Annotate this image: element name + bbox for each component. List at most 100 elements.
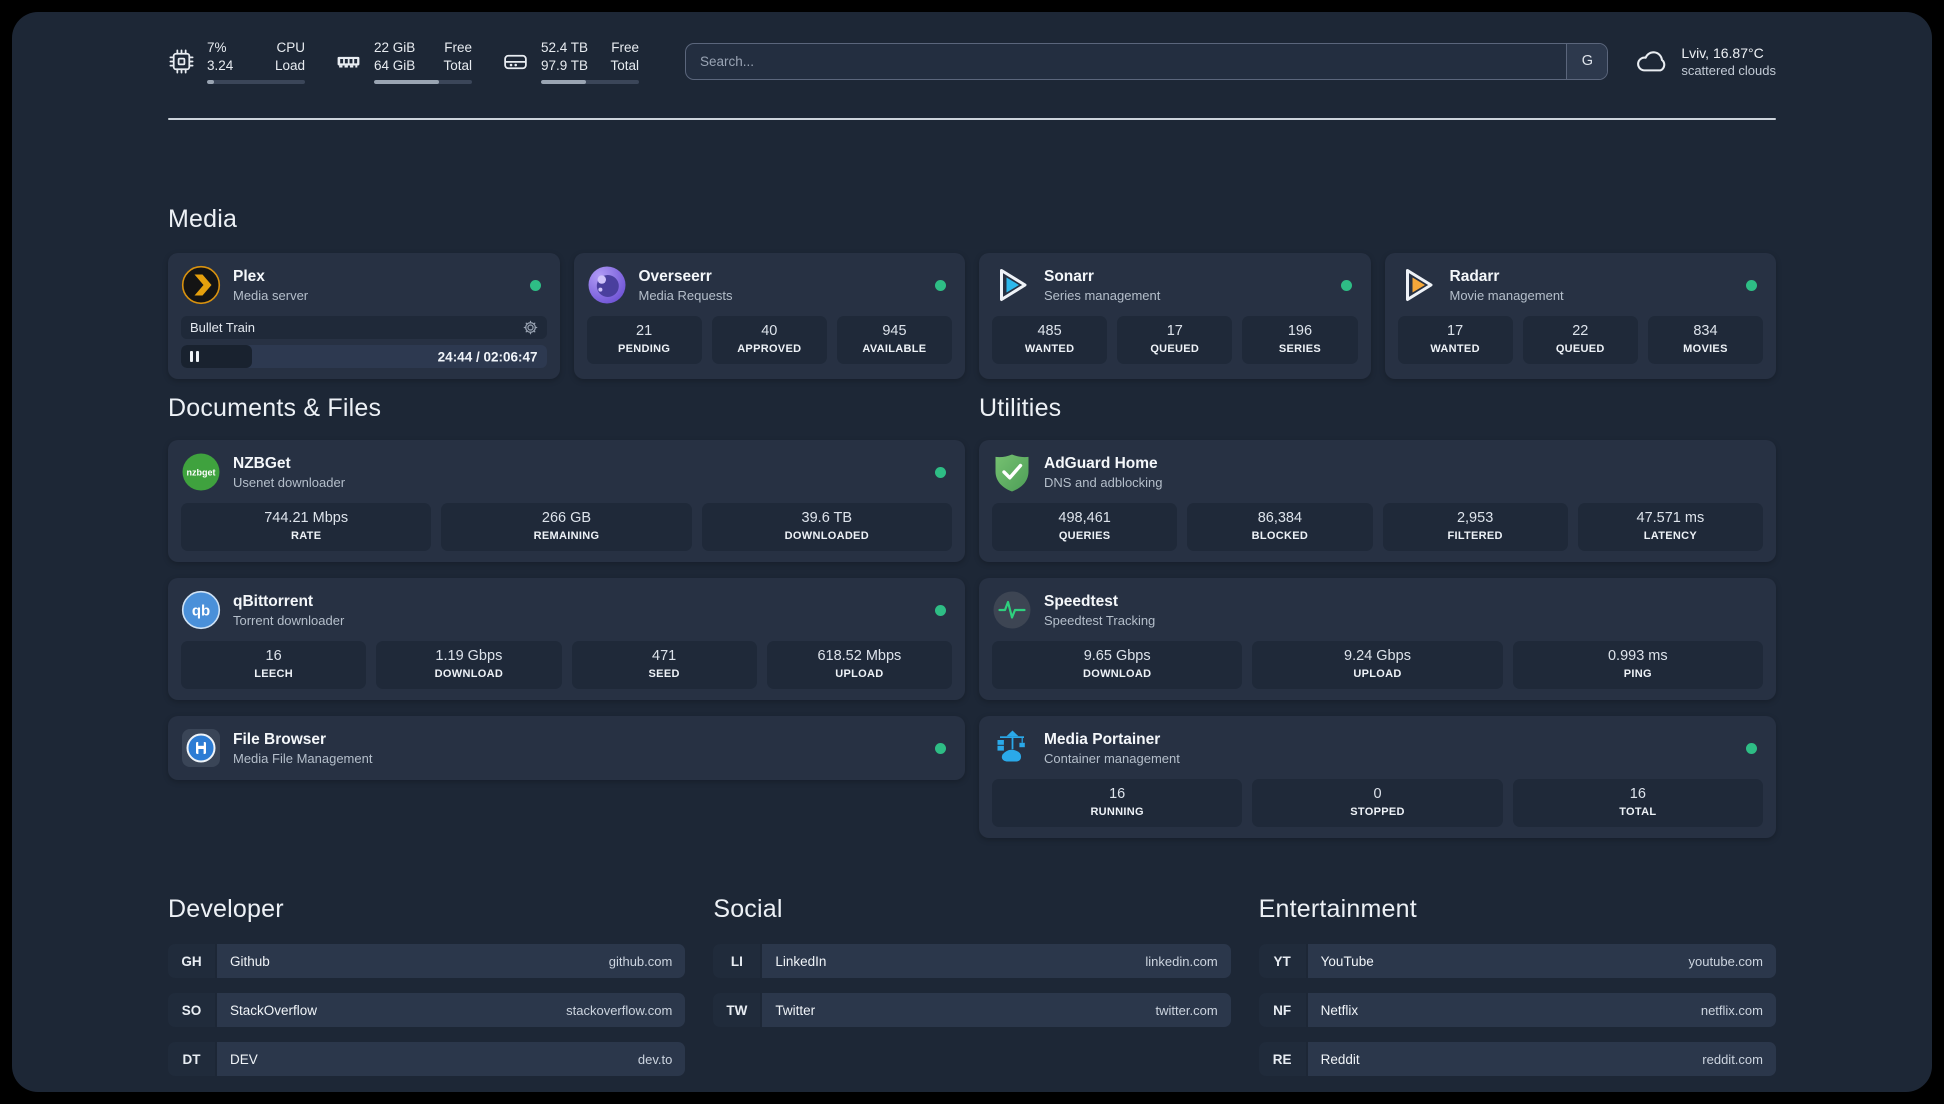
app-name: Sonarr	[1044, 267, 1094, 285]
app-card-qbittorrent[interactable]: qb qBittorrent Torrent downloader 16 LEE…	[168, 578, 965, 700]
app-description: Container management	[1044, 750, 1180, 766]
bookmark-dev[interactable]: DT DEV dev.to	[168, 1042, 686, 1076]
section-title-documents: Documents & Files	[168, 394, 382, 422]
app-card-radarr[interactable]: Radarr Movie management 17 WANTED 22 QUE…	[1384, 253, 1776, 379]
cpu-progress-bar	[207, 79, 305, 84]
memory-progress-bar	[374, 79, 472, 84]
status-dot	[529, 279, 541, 291]
app-card-sonarr[interactable]: Sonarr Series management 485 WANTED 17 Q…	[979, 253, 1371, 379]
bookmark-twitter[interactable]: TW Twitter twitter.com	[713, 993, 1231, 1027]
app-name: Media Portainer	[1044, 730, 1161, 748]
app-card-speedtest[interactable]: Speedtest Speedtest Tracking 9.65 Gbps D…	[979, 578, 1776, 700]
cloud-icon	[1637, 50, 1666, 71]
adguard-icon	[995, 454, 1029, 492]
bookmark-stackoverflow[interactable]: SO StackOverflow stackoverflow.com	[168, 993, 686, 1027]
stat-download: 9.65 Gbps DOWNLOAD	[992, 641, 1243, 689]
gear-icon[interactable]	[523, 320, 538, 335]
stat-queued: 22 QUEUED	[1522, 316, 1638, 364]
cpu-usage-value: 7%	[207, 39, 227, 55]
filebrowser-icon	[182, 729, 220, 767]
search-engine-button[interactable]: G	[1566, 43, 1608, 79]
status-dot	[1746, 742, 1757, 754]
plex-icon	[181, 265, 221, 305]
app-card-plex[interactable]: Plex Media server Bullet Train 24:44 / 0…	[168, 253, 560, 379]
app-description: Media server	[233, 287, 309, 303]
stat-movies: 834 MOVIES	[1647, 316, 1764, 364]
disk-total-value: 97.9 TB	[541, 57, 589, 73]
weather-location-temp: Lviv, 16.87°C	[1681, 44, 1764, 61]
disk-free-value: 52.4 TB	[541, 39, 589, 55]
pause-icon[interactable]	[190, 351, 193, 362]
section-title-entertainment: Entertainment	[1258, 895, 1417, 923]
app-name: AdGuard Home	[1044, 454, 1158, 472]
app-card-overseerr[interactable]: Overseerr Media Requests 21 PENDING 40 A…	[573, 253, 965, 379]
documents-column: Documents & Files nzbget NZBGet Usenet d…	[168, 393, 965, 780]
bookmark-github[interactable]: GH Github github.com	[168, 944, 686, 978]
weather-condition: scattered clouds	[1681, 62, 1776, 78]
memory-icon	[337, 56, 360, 68]
stat-filtered: 2,953 FILTERED	[1382, 503, 1568, 551]
search-bar: G	[685, 42, 1609, 80]
stat-stopped: 0 STOPPED	[1252, 779, 1503, 827]
svg-text:nzbget: nzbget	[187, 468, 216, 478]
stat-queued: 17 QUEUED	[1117, 316, 1233, 364]
status-dot	[1746, 279, 1757, 291]
memory-widget: 22 GiB 64 GiB Free Total	[335, 39, 472, 84]
memory-free-label: Free	[444, 39, 472, 55]
app-description: DNS and adblocking	[1044, 474, 1163, 490]
header-divider	[168, 118, 1776, 120]
cpu-load-label: Load	[274, 57, 305, 73]
section-title-developer: Developer	[168, 895, 284, 923]
stat-upload: 618.52 Mbps UPLOAD	[766, 641, 952, 689]
memory-total-value: 64 GiB	[374, 57, 416, 73]
memory-total-label: Total	[443, 57, 472, 73]
app-card-nzbget[interactable]: nzbget NZBGet Usenet downloader 744.21 M…	[168, 440, 965, 562]
stat-wanted: 17 WANTED	[1397, 316, 1513, 364]
app-name: File Browser	[233, 730, 327, 748]
bookmark-group-entertainment: Entertainment YT YouTube youtube.com NF …	[1258, 894, 1776, 1091]
cpu-icon	[169, 49, 194, 73]
sonarr-icon	[1000, 269, 1027, 301]
app-card-filebrowser[interactable]: File Browser Media File Management	[168, 716, 965, 780]
section-title-social: Social	[713, 895, 783, 923]
disk-progress-bar	[541, 79, 639, 84]
app-description: Movie management	[1449, 287, 1564, 303]
stat-leech: 16 LEECH	[181, 641, 367, 689]
cpu-label: CPU	[276, 39, 305, 55]
bookmark-youtube[interactable]: YT YouTube youtube.com	[1258, 944, 1776, 978]
radarr-icon	[1405, 269, 1432, 301]
weather-widget: Lviv, 16.87°C scattered clouds	[1634, 45, 1776, 78]
plex-now-playing: Bullet Train 24:44 / 02:06:47	[181, 316, 547, 368]
stat-download: 1.19 Gbps DOWNLOAD	[376, 641, 562, 689]
media-grid: Plex Media server Bullet Train 24:44 / 0…	[168, 253, 1776, 379]
app-name: Radarr	[1449, 267, 1500, 285]
speedtest-icon	[993, 591, 1031, 629]
bookmark-linkedin[interactable]: LI LinkedIn linkedin.com	[713, 944, 1231, 978]
stat-blocked: 86,384 BLOCKED	[1187, 503, 1373, 551]
bookmark-reddit[interactable]: RE Reddit reddit.com	[1258, 1042, 1776, 1076]
app-description: Media File Management	[233, 750, 373, 766]
app-description: Media Requests	[638, 287, 733, 303]
bookmark-netflix[interactable]: NF Netflix netflix.com	[1258, 993, 1776, 1027]
qbittorrent-icon: qb	[181, 590, 221, 630]
app-card-adguard[interactable]: AdGuard Home DNS and adblocking 498,461 …	[979, 440, 1776, 562]
app-card-portainer[interactable]: Media Portainer Container management 16 …	[979, 716, 1776, 838]
playback-time: 24:44 / 02:06:47	[437, 349, 538, 364]
app-name: NZBGet	[233, 454, 291, 472]
stat-queries: 498,461 QUERIES	[992, 503, 1178, 551]
status-dot	[935, 279, 946, 291]
bookmark-group-social: Social LI LinkedIn linkedin.com TW Twitt…	[713, 894, 1231, 1091]
cpu-widget: 7% 3.24 CPU Load	[168, 39, 305, 84]
search-input[interactable]	[686, 43, 1567, 79]
portainer-icon	[997, 730, 1025, 762]
stat-downloaded: 39.6 TB DOWNLOADED	[701, 503, 952, 551]
playback-progress-bar[interactable]: 24:44 / 02:06:47	[181, 345, 547, 368]
stat-ping: 0.993 ms PING	[1512, 641, 1763, 689]
stat-series: 196 SERIES	[1242, 316, 1358, 364]
overseerr-icon	[588, 266, 625, 304]
app-description: Speedtest Tracking	[1044, 612, 1156, 628]
disk-total-label: Total	[610, 57, 639, 73]
utilities-column: Utilities AdGuard Home DNS and adblockin…	[979, 393, 1776, 838]
stat-rate: 744.21 Mbps RATE	[181, 503, 432, 551]
stat-total: 16 TOTAL	[1512, 779, 1763, 827]
